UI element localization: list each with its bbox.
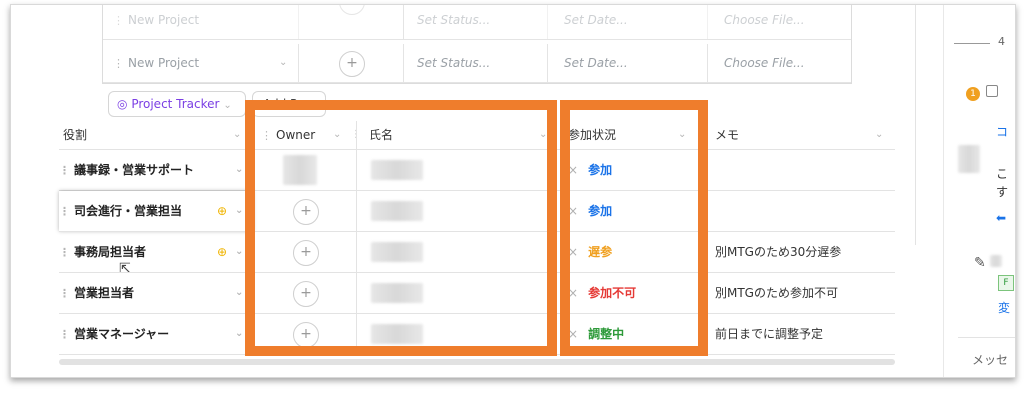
drag-handle-icon[interactable]: ⋮ (59, 246, 70, 259)
panel-link[interactable]: コ (996, 123, 1008, 140)
chevron-down-icon[interactable]: ⌄ (235, 232, 243, 272)
message-label: メッセ (972, 353, 1009, 367)
tracker-icon: ◎ (117, 97, 128, 111)
side-panel: 4 1 コ こ す ⬅ ✎ F 変 メッセ (943, 5, 1015, 377)
drag-handle-icon[interactable]: ⋮ (59, 328, 70, 341)
table-row[interactable]: ⋮ 営業マネージャー ⌄ (59, 314, 251, 354)
date-select[interactable]: Set Date... (548, 44, 708, 82)
highlight-owner-name (245, 100, 557, 356)
panel-text: す (996, 185, 1009, 199)
date-select[interactable]: Set Date... (548, 5, 708, 39)
table-row[interactable]: ⋮ 事務局担当者 ⊕ ⌄ (59, 232, 251, 272)
drag-handle-icon[interactable]: ⋮ (59, 205, 70, 218)
chevron-down-icon[interactable]: ⌄ (279, 44, 287, 82)
project-subtable: ⋮ New Project + Set Status... Set Date...… (102, 5, 852, 84)
table-row[interactable]: ⋮ 司会進行・営業担当 ⊕ ⌄ (59, 191, 251, 231)
header-memo-label: メモ (715, 128, 740, 142)
chevron-down-icon: ⌄ (223, 100, 232, 111)
memo-cell[interactable]: 別MTGのため30分遅参 (715, 232, 841, 272)
header-role[interactable]: 役割 ⌄ (63, 121, 251, 149)
role-cell: 営業担当者 (74, 286, 135, 300)
table-row[interactable]: ⋮ 営業担当者 ⌄ (59, 273, 251, 313)
table-row[interactable]: ⋮ New Project + Set Status... Set Date...… (103, 5, 851, 40)
project-tracker-label: Project Tracker (131, 97, 220, 111)
role-cell: 事務局担当者 (74, 245, 147, 259)
edit-icon[interactable]: ✎ (974, 255, 986, 271)
status-select[interactable]: Set Status... (403, 44, 548, 82)
project-name: New Project (128, 13, 200, 27)
add-comment-icon[interactable]: ⊕ (217, 191, 227, 231)
file-chooser[interactable]: Choose File... (708, 5, 851, 39)
header-role-label: 役割 (63, 128, 88, 142)
panel-text: こ (996, 167, 1009, 181)
panel-link[interactable]: 変 (998, 299, 1010, 316)
chevron-down-icon[interactable]: ⌄ (233, 121, 241, 149)
add-owner-button[interactable]: + (339, 51, 365, 77)
memo-cell[interactable]: 別MTGのため参加不可 (715, 273, 838, 313)
highlight-attendance (560, 100, 708, 356)
add-owner-button[interactable]: + (339, 5, 365, 15)
role-cell: 議事録・営業サポート (74, 163, 195, 177)
table-row[interactable]: ⋮ New Project ⌄ + Set Status... Set Date.… (103, 44, 851, 83)
chevron-down-icon[interactable]: ⌄ (235, 191, 243, 231)
app-window: ⋮ New Project + Set Status... Set Date...… (10, 4, 1016, 378)
status-select[interactable]: Set Status... (403, 5, 548, 39)
panel-number: 4 (998, 35, 1005, 48)
header-memo[interactable]: メモ ⌄ (715, 121, 885, 149)
drag-handle-icon[interactable]: ⋮ (59, 287, 70, 300)
drag-handle-icon[interactable]: ⋮ (59, 164, 70, 177)
project-name: New Project (128, 56, 200, 70)
role-cell: 営業マネージャー (74, 327, 170, 341)
arrow-icon[interactable]: ⬅ (996, 211, 1006, 225)
checkbox[interactable] (986, 85, 998, 97)
drag-handle-icon[interactable]: ⋮ (113, 57, 124, 70)
avatar (958, 145, 980, 173)
chevron-down-icon[interactable]: ⌄ (235, 150, 243, 190)
chevron-down-icon[interactable]: ⌄ (235, 314, 243, 354)
memo-cell[interactable]: 前日までに調整予定 (715, 314, 823, 354)
role-cell: 司会進行・営業担当 (74, 204, 183, 218)
avatar (990, 255, 1002, 267)
chevron-down-icon[interactable]: ⌄ (875, 121, 883, 149)
table-row[interactable]: ⋮ 議事録・営業サポート ⌄ (59, 150, 251, 190)
drag-handle-icon[interactable]: ⋮ (113, 14, 124, 27)
tag-badge: F (998, 275, 1014, 291)
horizontal-scrollbar[interactable] (59, 359, 895, 365)
chevron-down-icon[interactable]: ⌄ (235, 273, 243, 313)
project-tracker-button[interactable]: ◎ Project Tracker ⌄ (108, 91, 246, 117)
notification-badge: 1 (966, 87, 980, 101)
file-chooser[interactable]: Choose File... (708, 44, 851, 82)
add-comment-icon[interactable]: ⊕ (217, 232, 227, 272)
